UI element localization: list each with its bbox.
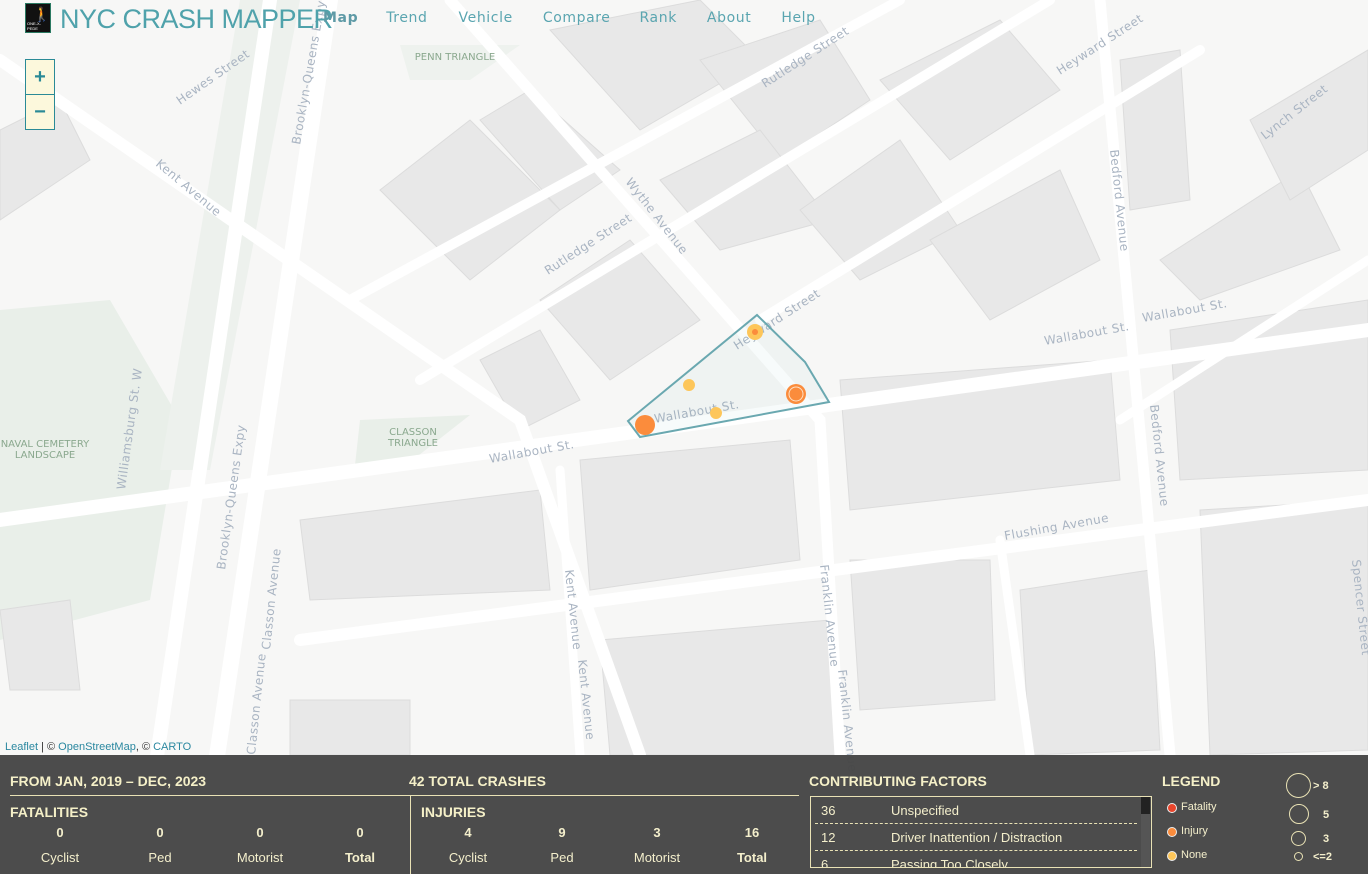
- crash-marker-none[interactable]: [710, 407, 722, 419]
- legend-none: None: [1181, 849, 1208, 861]
- crash-marker-injury[interactable]: [635, 415, 655, 435]
- injuries-cyclist: 4: [464, 825, 472, 840]
- size-circle-3-icon: [1291, 831, 1306, 846]
- injuries-cyclist-label: Cyclist: [448, 850, 488, 865]
- app-logo[interactable]: 🚶 ONE-X-PEDE: [25, 3, 51, 33]
- fatalities-total-label: Total: [344, 850, 376, 865]
- street-label-classon-2: Classon Avenue: [244, 652, 269, 755]
- street-label-wallabout-3: Wallabout St.: [1043, 319, 1130, 348]
- park-label-classon-1: CLASSON: [389, 427, 437, 438]
- injuries-ped: 9: [558, 825, 566, 840]
- fatalities-title: FATALITIES: [10, 804, 89, 820]
- legend-size-5: 5: [1323, 809, 1330, 821]
- divider: [410, 795, 411, 874]
- divider: [10, 795, 799, 796]
- stats-panel: FROM JAN, 2019 – DEC, 2023 42 TOTAL CRAS…: [0, 755, 1368, 874]
- injuries-title: INJURIES: [421, 804, 486, 820]
- size-circle-5-icon: [1289, 804, 1309, 824]
- injuries-ped-label: Ped: [550, 850, 574, 865]
- nav-about[interactable]: About: [707, 10, 751, 26]
- factor-row: 6 Passing Too Closely: [815, 851, 1137, 868]
- injuries-motorist: 3: [653, 825, 661, 840]
- fatalities-motorist: 0: [256, 825, 264, 840]
- crash-marker-none[interactable]: [683, 379, 695, 391]
- attribution-sep: | ©: [38, 741, 59, 753]
- injury-dot-icon: [1167, 827, 1177, 837]
- scrollbar-thumb[interactable]: [1141, 797, 1150, 814]
- total-crashes: 42 TOTAL CRASHES: [409, 773, 546, 789]
- nav-trend[interactable]: Trend: [386, 10, 427, 26]
- street-label-wallabout-4: Wallabout St.: [1141, 296, 1228, 325]
- fatalities-total: 0: [356, 825, 364, 840]
- nav-map[interactable]: Map: [323, 10, 358, 26]
- park-label-classon-2: TRIANGLE: [387, 438, 438, 449]
- main-nav: Map Trend Vehicle Compare Rank About Hel…: [323, 10, 816, 26]
- map[interactable]: Hewes Street Kent Avenue Brooklyn-Queens…: [0, 0, 1368, 874]
- legend-title: LEGEND: [1162, 773, 1221, 789]
- none-dot-icon: [1167, 851, 1177, 861]
- factors-title: CONTRIBUTING FACTORS: [809, 773, 987, 789]
- factor-name: Passing Too Closely: [891, 857, 1008, 868]
- zoom-out-button[interactable]: −: [26, 94, 54, 129]
- date-range: FROM JAN, 2019 – DEC, 2023: [10, 773, 207, 789]
- factor-count: 12: [821, 830, 836, 845]
- street-label-classon-1: Classon Avenue: [259, 547, 284, 650]
- fatalities-ped: 0: [156, 825, 164, 840]
- legend-size-lte2: <=2: [1313, 851, 1332, 863]
- fatalities-ped-label: Ped: [148, 850, 172, 865]
- size-circle-small-icon: [1294, 852, 1303, 861]
- factor-count: 6: [821, 857, 829, 868]
- crash-marker-injury[interactable]: [752, 329, 758, 335]
- fatalities-cyclist: 0: [56, 825, 64, 840]
- park-label-naval-2: LANDSCAPE: [15, 450, 75, 461]
- zoom-in-button[interactable]: +: [26, 60, 54, 94]
- factors-scrollbar[interactable]: [1141, 797, 1150, 867]
- factor-name: Driver Inattention / Distraction: [891, 830, 1063, 845]
- naval-cemetery-park: [0, 300, 180, 640]
- size-circle-large-icon: [1286, 773, 1311, 798]
- nav-vehicle[interactable]: Vehicle: [459, 10, 513, 26]
- zoom-control: + −: [25, 59, 55, 130]
- park-label-naval-1: NAVAL CEMETERY: [1, 439, 90, 450]
- factors-list[interactable]: 36 Unspecified 12 Driver Inattention / D…: [810, 796, 1152, 868]
- fatalities-cyclist-label: Cyclist: [40, 850, 80, 865]
- app-title[interactable]: NYC CRASH MAPPER: [60, 4, 333, 35]
- legend-injury: Injury: [1181, 825, 1208, 837]
- nav-help[interactable]: Help: [781, 10, 815, 26]
- fatality-dot-icon: [1167, 803, 1177, 813]
- carto-link[interactable]: CARTO: [153, 741, 191, 753]
- pedestrian-icon: 🚶: [33, 6, 51, 22]
- osm-link[interactable]: OpenStreetMap: [58, 741, 136, 753]
- legend-size-3: 3: [1323, 833, 1330, 845]
- logo-text: ONE-X-PEDE: [27, 21, 41, 31]
- factor-count: 36: [821, 803, 836, 818]
- fatalities-motorist-label: Motorist: [236, 850, 284, 865]
- injuries-motorist-label: Motorist: [633, 850, 681, 865]
- factor-row: 36 Unspecified: [815, 797, 1137, 824]
- nav-compare[interactable]: Compare: [543, 10, 611, 26]
- factor-row: 12 Driver Inattention / Distraction: [815, 824, 1137, 851]
- basemap: Hewes Street Kent Avenue Brooklyn-Queens…: [0, 0, 1368, 874]
- nav-rank[interactable]: Rank: [640, 10, 677, 26]
- leaflet-link[interactable]: Leaflet: [5, 741, 38, 753]
- injuries-total-label: Total: [736, 850, 768, 865]
- map-attribution: Leaflet | © OpenStreetMap, © CARTO: [5, 741, 191, 753]
- legend-size-gt8: > 8: [1313, 780, 1329, 792]
- injuries-total: 16: [744, 825, 760, 840]
- attribution-sep-2: , ©: [135, 741, 154, 753]
- factor-name: Unspecified: [891, 803, 959, 818]
- legend-fatality: Fatality: [1181, 801, 1217, 813]
- park-label-penn: PENN TRIANGLE: [415, 52, 495, 63]
